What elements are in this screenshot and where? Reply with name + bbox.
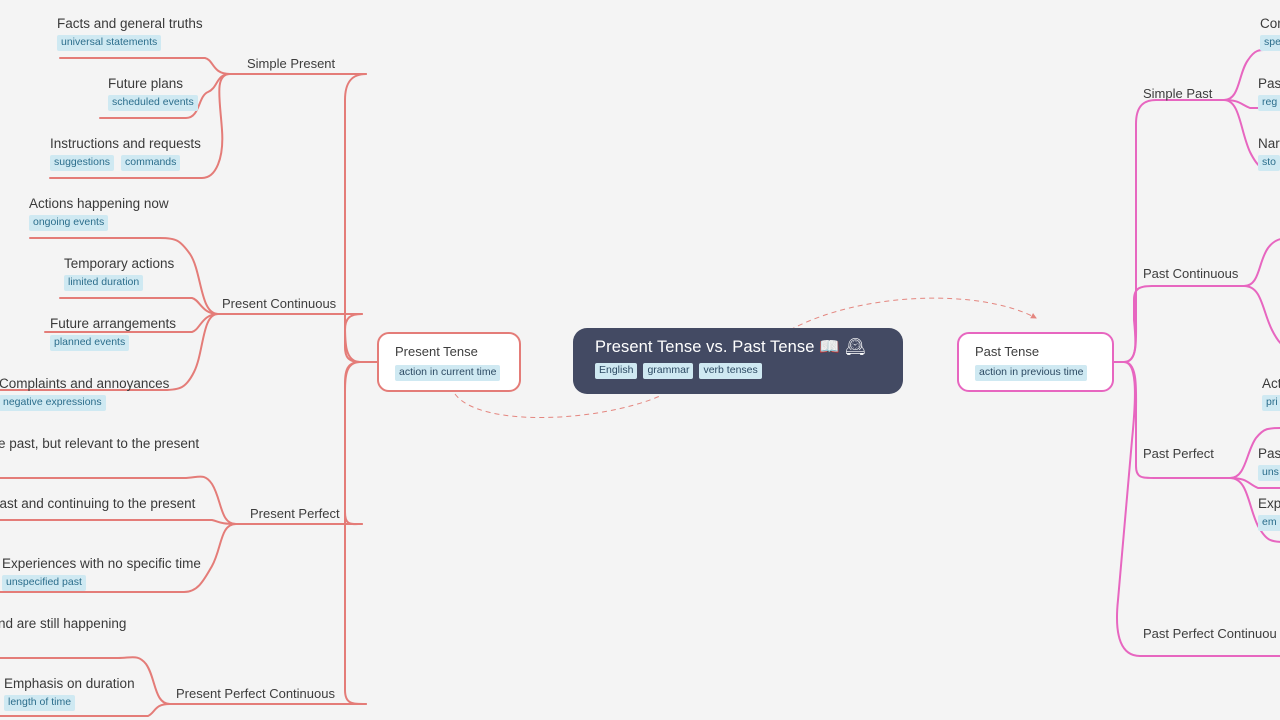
- leaf-tag-list: unspecified past: [2, 575, 201, 591]
- leaf-tag: planned events: [50, 335, 130, 351]
- branch-tag: action in current time: [395, 365, 501, 381]
- leaf-title: Com: [1260, 16, 1280, 31]
- leaf-item[interactable]: Instructions and requests suggestions co…: [50, 135, 201, 171]
- leaf-title: Pas: [1258, 446, 1280, 461]
- branch-tag: action in previous time: [975, 365, 1088, 381]
- leaf-tag: commands: [121, 155, 181, 171]
- leaf-tag: uns: [1258, 465, 1280, 481]
- sublabel-simple-present[interactable]: Simple Present: [247, 56, 335, 72]
- leaf-item[interactable]: Future plans scheduled events: [108, 75, 198, 111]
- leaf-tag-list: length of time: [4, 695, 135, 711]
- leaf-item[interactable]: Act pri: [1262, 375, 1280, 411]
- leaf-title: Exp: [1258, 496, 1280, 511]
- leaf-tag: spe: [1260, 35, 1280, 51]
- leaf-item[interactable]: Pas reg: [1258, 75, 1280, 111]
- leaf-tag-list: scheduled events: [108, 95, 198, 111]
- mindmap-canvas: Present Tense vs. Past Tense 📖 🕰 English…: [0, 0, 1280, 720]
- sublabel-present-perfect-continuous[interactable]: Present Perfect Continuous: [176, 686, 335, 702]
- leaf-title: Future arrangements: [50, 316, 177, 331]
- root-tag: verb tenses: [699, 363, 762, 379]
- leaf-item[interactable]: nd are still happening: [0, 615, 126, 632]
- sublabel-past-perfect-continuous[interactable]: Past Perfect Continuou: [1143, 626, 1277, 642]
- leaf-tag: length of time: [4, 695, 76, 711]
- leaf-title: Actions happening now: [29, 196, 169, 211]
- leaf-tag-list: negative expressions: [0, 395, 169, 411]
- leaf-item[interactable]: Complaints and annoyances negative expre…: [0, 375, 169, 411]
- leaf-tag: limited duration: [64, 275, 144, 291]
- leaf-title: Facts and general truths: [57, 16, 203, 31]
- leaf-tag: pri: [1262, 395, 1280, 411]
- leaf-tag-list: sto: [1258, 155, 1280, 171]
- leaf-title: Instructions and requests: [50, 136, 201, 151]
- leaf-item[interactable]: Future arrangements planned events: [50, 315, 176, 351]
- leaf-item[interactable]: e past, but relevant to the present: [0, 435, 199, 452]
- branch-node-past-tense[interactable]: Past Tense action in previous time: [957, 332, 1114, 392]
- relation-arrow-bottom: [454, 393, 661, 418]
- root-title: Present Tense vs. Past Tense 📖 🕰: [595, 338, 866, 356]
- leaf-title: nd are still happening: [0, 616, 127, 631]
- leaf-tag-list: spe: [1260, 35, 1280, 51]
- sublabel-present-perfect[interactable]: Present Perfect: [250, 506, 340, 522]
- leaf-tag-list: pri: [1262, 395, 1280, 411]
- root-node[interactable]: Present Tense vs. Past Tense 📖 🕰 English…: [573, 328, 903, 394]
- leaf-tag: universal statements: [57, 35, 162, 51]
- leaf-tag: negative expressions: [0, 395, 106, 411]
- sublabel-past-perfect[interactable]: Past Perfect: [1143, 446, 1214, 462]
- leaf-tag-list: ongoing events: [29, 215, 169, 231]
- leaf-title: Nar: [1258, 136, 1280, 151]
- leaf-title: e past, but relevant to the present: [0, 436, 200, 451]
- leaf-tag: em: [1258, 515, 1280, 531]
- leaf-title: Complaints and annoyances: [0, 376, 170, 391]
- leaf-title: Pas: [1258, 76, 1280, 91]
- sublabel-present-continuous[interactable]: Present Continuous: [222, 296, 336, 312]
- leaf-item[interactable]: Actions happening now ongoing events: [29, 195, 169, 231]
- leaf-tag-list: em: [1258, 515, 1280, 531]
- leaf-tag: suggestions: [50, 155, 115, 171]
- leaf-title: Emphasis on duration: [4, 676, 135, 691]
- leaf-item[interactable]: Exp em: [1258, 495, 1280, 531]
- branch-node-present-tense[interactable]: Present Tense action in current time: [377, 332, 521, 392]
- root-tag: English: [595, 363, 638, 379]
- branch-title: Past Tense: [975, 344, 1040, 359]
- leaf-tag-list: uns: [1258, 465, 1280, 481]
- leaf-tag: scheduled events: [108, 95, 198, 111]
- branch-title: Present Tense: [395, 344, 478, 359]
- leaf-tag-list: universal statements: [57, 35, 203, 51]
- leaf-item[interactable]: past and continuing to the present: [0, 495, 195, 512]
- relation-arrow-top: [789, 297, 1037, 331]
- leaf-title: Act: [1262, 376, 1280, 391]
- leaf-title: Experiences with no specific time: [2, 556, 201, 571]
- leaf-item[interactable]: Facts and general truths universal state…: [57, 15, 203, 51]
- leaf-item[interactable]: Pas uns: [1258, 445, 1280, 481]
- leaf-tag-list: suggestions commands: [50, 155, 201, 171]
- leaf-item[interactable]: Emphasis on duration length of time: [4, 675, 135, 711]
- leaf-item[interactable]: Nar sto: [1258, 135, 1280, 171]
- leaf-tag: ongoing events: [29, 215, 109, 231]
- leaf-title: Future plans: [108, 76, 184, 91]
- sublabel-past-continuous[interactable]: Past Continuous: [1143, 266, 1238, 282]
- leaf-item[interactable]: Com spe: [1260, 15, 1280, 51]
- leaf-tag-list: reg: [1258, 95, 1280, 111]
- root-tag-list: English grammar verb tenses: [595, 363, 885, 379]
- leaf-tag-list: limited duration: [64, 275, 174, 291]
- leaf-title: past and continuing to the present: [0, 496, 196, 511]
- leaf-tag: reg: [1258, 95, 1280, 111]
- leaf-tag: unspecified past: [2, 575, 86, 591]
- leaf-tag: sto: [1258, 155, 1280, 171]
- leaf-tag-list: planned events: [50, 335, 176, 351]
- leaf-title: Temporary actions: [64, 256, 175, 271]
- leaf-item[interactable]: Temporary actions limited duration: [64, 255, 174, 291]
- leaf-item[interactable]: Experiences with no specific time unspec…: [2, 555, 201, 591]
- sublabel-simple-past[interactable]: Simple Past: [1143, 86, 1212, 102]
- root-tag: grammar: [643, 363, 694, 379]
